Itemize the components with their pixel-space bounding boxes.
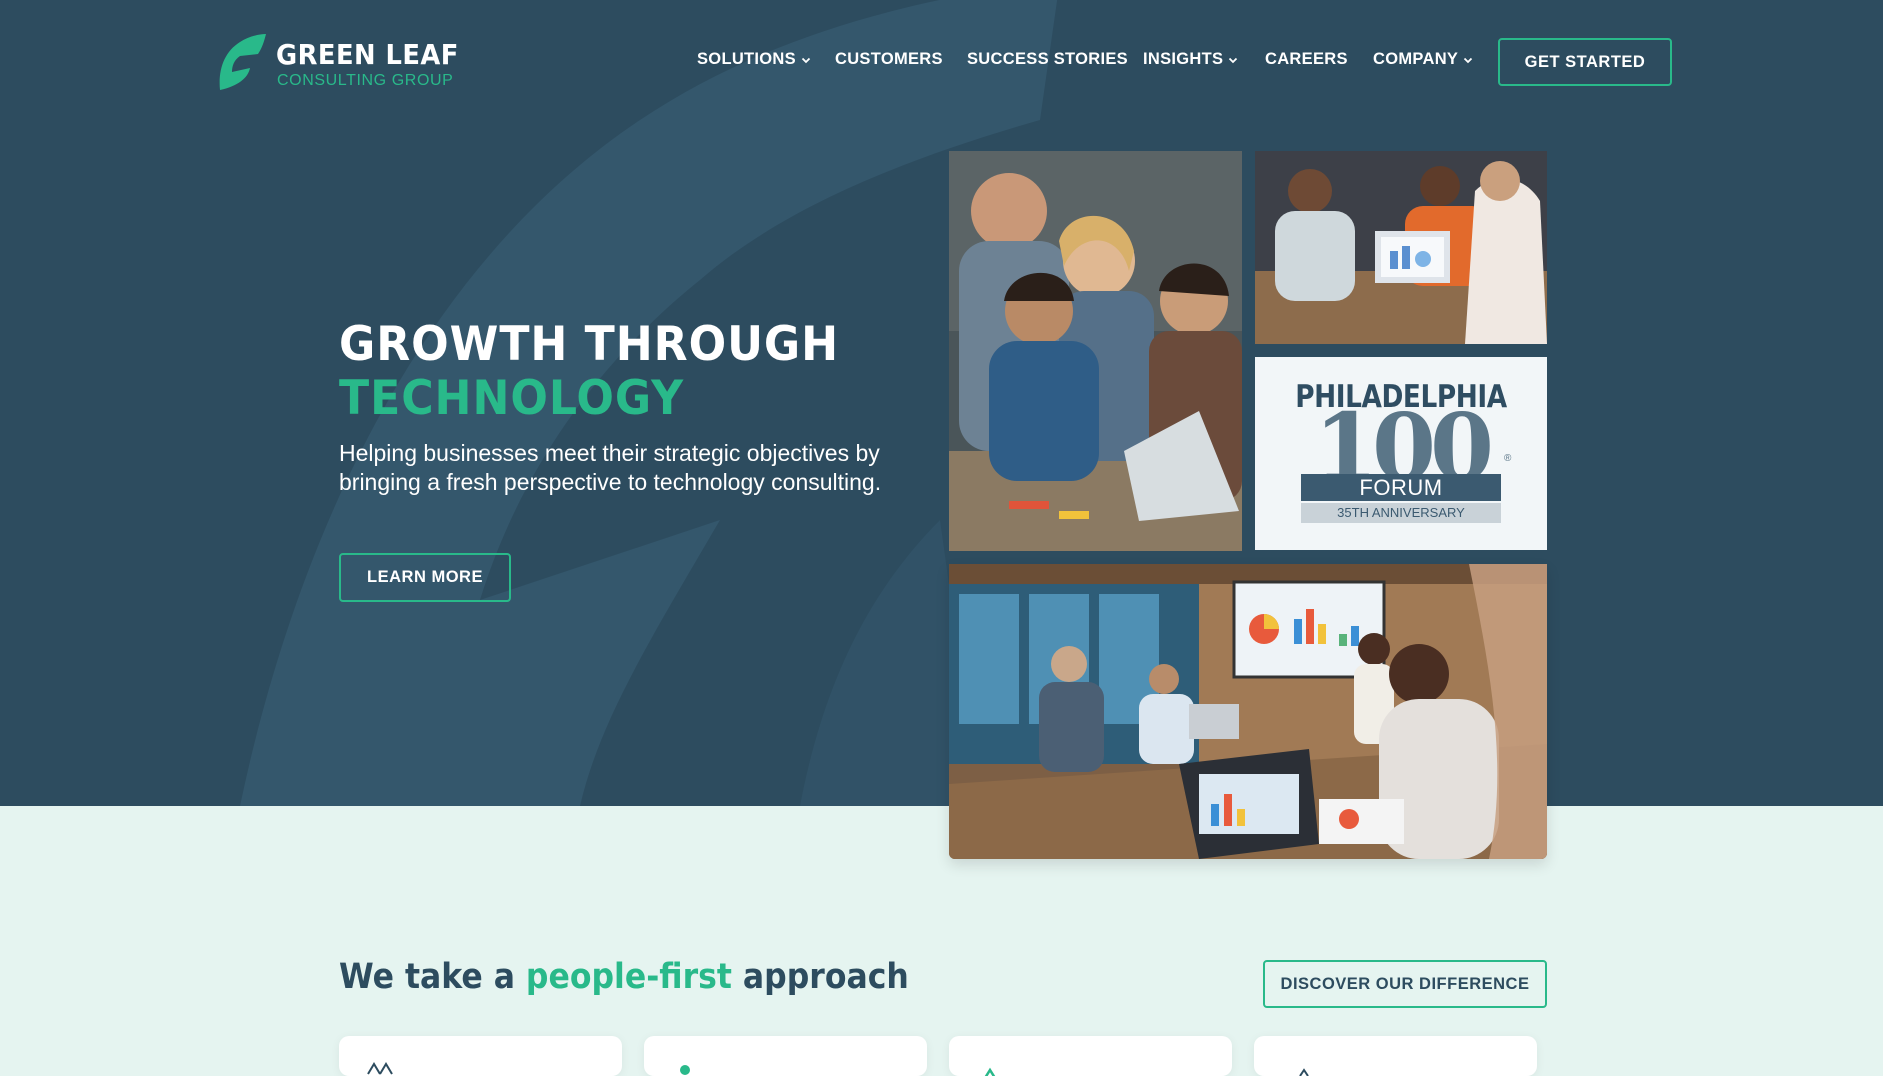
nav-success-stories-label: SUCCESS STORIES <box>967 50 1128 68</box>
nav-success-stories[interactable]: SUCCESS STORIES <box>967 50 1128 69</box>
leaf-logo-icon <box>219 34 266 90</box>
approach-heading: We take a people-first approach <box>339 957 909 997</box>
nav-insights-label: INSIGHTS <box>1143 50 1224 68</box>
nav-solutions[interactable]: SOLUTIONS <box>697 50 811 69</box>
nav-company-label: COMPANY <box>1373 50 1459 68</box>
person-icon <box>680 1065 690 1075</box>
nav-insights[interactable]: INSIGHTS <box>1143 50 1238 69</box>
team-collaborating-laptop-photo <box>949 151 1242 551</box>
background-leaf-shape <box>240 0 1058 806</box>
growth-icon <box>984 1067 996 1076</box>
chevron-down-icon <box>801 57 811 63</box>
award-forum-label: FORUM <box>1301 474 1501 501</box>
brand-name: GREEN LEAF <box>276 38 459 71</box>
feature-card[interactable] <box>644 1036 927 1076</box>
approach-heading-accent: people-first <box>525 957 732 997</box>
nav-company[interactable]: COMPANY <box>1373 50 1473 69</box>
nav-customers-label: CUSTOMERS <box>835 50 943 68</box>
chevron-down-icon <box>1464 57 1473 63</box>
feature-card[interactable] <box>339 1036 622 1076</box>
team-meeting-laptop-photo <box>1255 151 1547 344</box>
nav-customers[interactable]: CUSTOMERS <box>835 50 943 69</box>
learn-more-button[interactable]: LEARN MORE <box>339 553 511 602</box>
chevron-down-icon <box>1229 57 1238 63</box>
people-icon <box>367 1062 393 1075</box>
brand-logo[interactable]: GREEN LEAF CONSULTING GROUP <box>212 32 458 94</box>
philadelphia-100-forum-badge: PHILADELPHIA 100 ® FORUM 35TH ANNIVERSAR… <box>1255 357 1547 550</box>
feature-card[interactable] <box>1254 1036 1537 1076</box>
leaf-icon <box>1299 1068 1309 1076</box>
hero-headline: GROWTH THROUGH TECHNOLOGY <box>339 318 839 426</box>
hero-headline-line1: GROWTH THROUGH <box>339 317 840 372</box>
feature-card[interactable] <box>949 1036 1232 1076</box>
nav-careers[interactable]: CAREERS <box>1265 50 1348 69</box>
discover-difference-button[interactable]: DISCOVER OUR DIFFERENCE <box>1263 960 1547 1008</box>
hero-section: GREEN LEAF CONSULTING GROUP SOLUTIONS CU… <box>0 0 1883 806</box>
award-anniversary: 35TH ANNIVERSARY <box>1301 503 1501 523</box>
approach-heading-post: approach <box>731 957 909 997</box>
approach-heading-pre: We take a <box>339 957 526 997</box>
get-started-button[interactable]: GET STARTED <box>1498 38 1672 86</box>
conference-room-presentation-photo <box>949 564 1547 859</box>
hero-subtext: Helping businesses meet their strategic … <box>339 440 882 495</box>
nav-solutions-label: SOLUTIONS <box>697 50 796 68</box>
nav-careers-label: CAREERS <box>1265 50 1348 68</box>
hero-headline-line2: TECHNOLOGY <box>339 371 685 426</box>
brand-subtitle: CONSULTING GROUP <box>277 72 454 89</box>
award-registered-mark: ® <box>1504 453 1512 464</box>
